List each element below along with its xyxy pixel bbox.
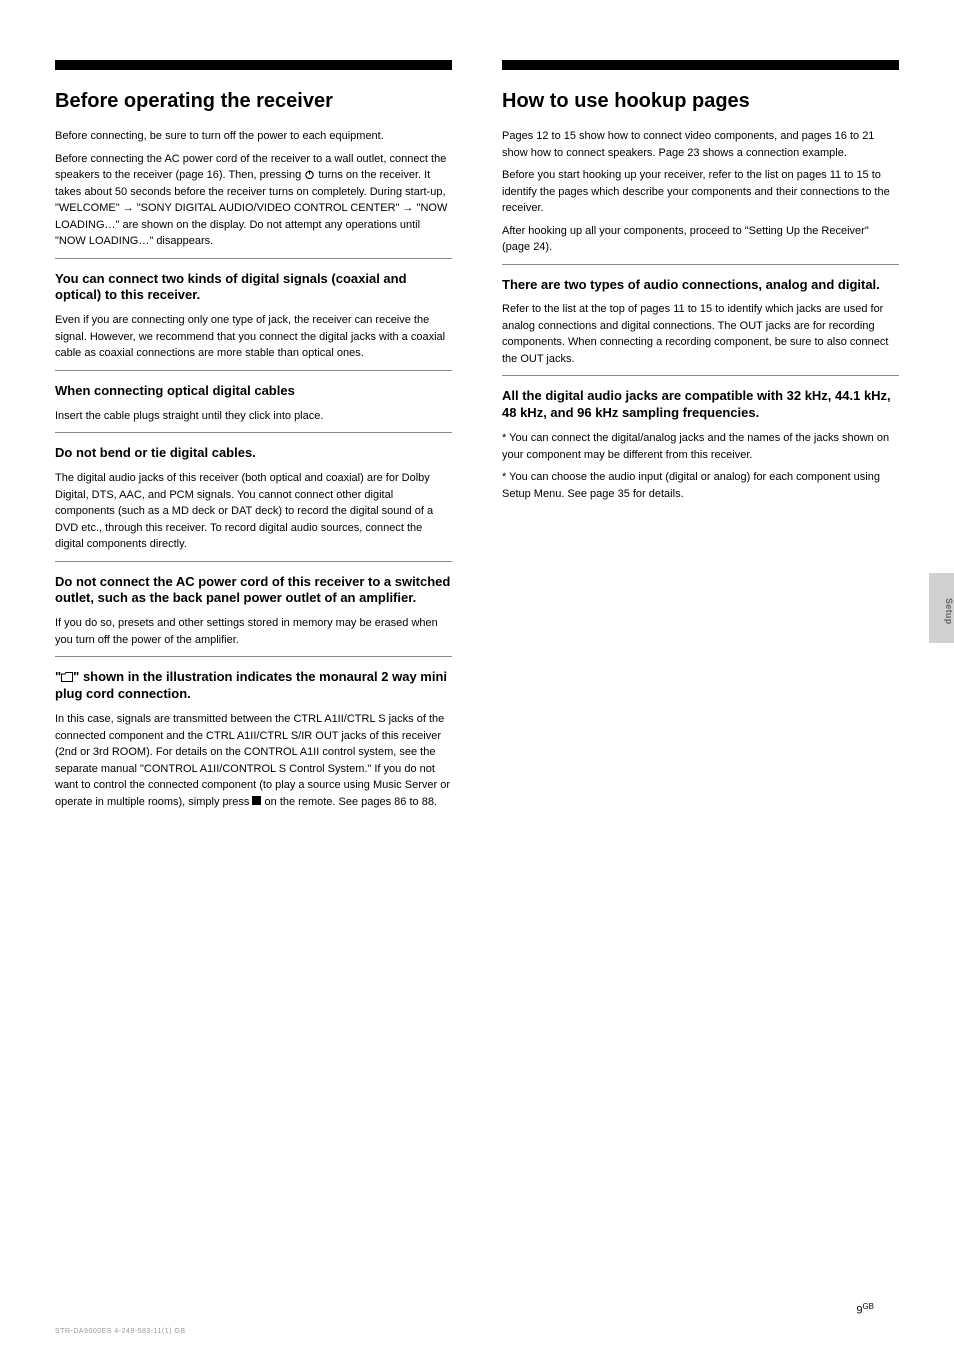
- paragraph-text: In this case, signals are transmitted be…: [55, 713, 450, 808]
- paragraph: Before connecting the AC power cord of t…: [55, 151, 452, 250]
- paragraph: Even if you are connecting only one type…: [55, 312, 452, 362]
- sub-heading: There are two types of audio connections…: [502, 277, 899, 294]
- paragraph: The digital audio jacks of this receiver…: [55, 470, 452, 553]
- divider: [55, 656, 452, 657]
- left-column: Before operating the receiver Before con…: [55, 60, 452, 816]
- paragraph-text: on the remote. See pages 86 to 88.: [265, 796, 437, 808]
- sub-heading: "" shown in the illustration indicates t…: [55, 669, 452, 703]
- paragraph: Before you start hooking up your receive…: [502, 167, 899, 217]
- paragraph: Insert the cable plugs straight until th…: [55, 408, 452, 425]
- column-top-bar: [502, 60, 899, 70]
- side-tab: Setup: [929, 573, 954, 643]
- paragraph: * You can connect the digital/analog jac…: [502, 430, 899, 463]
- right-column: How to use hookup pages Pages 12 to 15 s…: [502, 60, 899, 816]
- power-icon: [304, 169, 315, 180]
- column-top-bar: [55, 60, 452, 70]
- divider: [502, 264, 899, 265]
- folder-icon: [61, 672, 73, 682]
- sub-heading: Do not bend or tie digital cables.: [55, 445, 452, 462]
- heading-text: " shown in the illustration indicates th…: [55, 669, 447, 701]
- page-number: 9GB: [856, 1302, 874, 1317]
- footer: STR-DA9000ES 4-249-583-11(1) GB: [55, 1328, 186, 1335]
- divider: [55, 258, 452, 259]
- sub-heading: All the digital audio jacks are compatib…: [502, 388, 899, 422]
- paragraph: Refer to the list at the top of pages 11…: [502, 301, 899, 367]
- divider: [502, 375, 899, 376]
- paragraph: In this case, signals are transmitted be…: [55, 711, 452, 810]
- paragraph: If you do so, presets and other settings…: [55, 615, 452, 648]
- paragraph: After hooking up all your components, pr…: [502, 223, 899, 256]
- sub-heading: When connecting optical digital cables: [55, 383, 452, 400]
- paragraph: * You can choose the audio input (digita…: [502, 469, 899, 502]
- paragraph: Pages 12 to 15 show how to connect video…: [502, 128, 899, 161]
- page-number-sup: GB: [862, 1302, 874, 1311]
- section-title-right: How to use hookup pages: [502, 88, 899, 114]
- section-title-left: Before operating the receiver: [55, 88, 452, 114]
- divider: [55, 370, 452, 371]
- stop-icon: [252, 796, 261, 805]
- sub-heading: Do not connect the AC power cord of this…: [55, 574, 452, 608]
- divider: [55, 561, 452, 562]
- divider: [55, 432, 452, 433]
- sub-heading: You can connect two kinds of digital sig…: [55, 271, 452, 305]
- paragraph: Before connecting, be sure to turn off t…: [55, 128, 452, 145]
